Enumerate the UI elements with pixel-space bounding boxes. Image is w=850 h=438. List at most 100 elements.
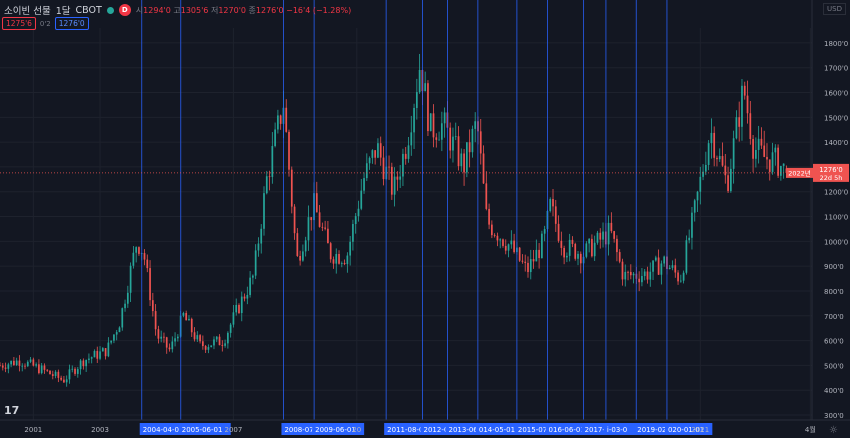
candle-body bbox=[185, 313, 188, 321]
interval-label[interactable]: 1달 bbox=[56, 3, 71, 17]
candle-body bbox=[318, 212, 321, 227]
candle-body bbox=[413, 107, 415, 133]
candle-body bbox=[232, 312, 235, 325]
candle-body bbox=[418, 69, 421, 93]
candle-body bbox=[215, 336, 218, 340]
candle-body bbox=[288, 131, 290, 170]
candle-body bbox=[90, 357, 93, 359]
candle-body bbox=[660, 263, 663, 275]
buy-button[interactable]: 1276'0 bbox=[54, 17, 89, 30]
candle-body bbox=[718, 156, 721, 160]
candle-body bbox=[438, 139, 440, 141]
candle-body bbox=[377, 143, 379, 158]
high-value: 1305'6 bbox=[180, 5, 209, 15]
candle-body bbox=[463, 153, 465, 173]
candle-body bbox=[532, 259, 535, 262]
vertical-markers: 2004-04-012005-06-01 2008-07-02009-06-01 2… bbox=[139, 0, 713, 435]
event-marker-label: 2009-06-01 bbox=[315, 426, 356, 434]
candle-body bbox=[26, 361, 29, 367]
price-axis[interactable]: 1800'01700'01600'01500'01400'01300'01200… bbox=[811, 0, 850, 438]
legend-header: 소이빈 선물 1달 CBOT D 시1294'0 고1305'6 저1270'0… bbox=[4, 3, 351, 17]
candle-body bbox=[471, 128, 474, 153]
candle-body bbox=[566, 255, 568, 258]
candle-body bbox=[15, 360, 18, 366]
candle-body bbox=[485, 183, 488, 209]
candle-body bbox=[696, 191, 699, 201]
candle-body bbox=[151, 300, 154, 312]
candle-body bbox=[165, 337, 168, 348]
candle-body bbox=[71, 368, 74, 370]
candle-body bbox=[343, 263, 346, 265]
candle-body bbox=[99, 351, 101, 359]
candle-body bbox=[588, 238, 590, 244]
delayed-badge[interactable]: D bbox=[118, 4, 131, 16]
candle-body bbox=[452, 136, 454, 151]
candle-body bbox=[354, 216, 357, 225]
candle-body bbox=[457, 136, 460, 167]
candle-body bbox=[760, 138, 763, 146]
candle-body bbox=[702, 171, 704, 177]
candle-body bbox=[352, 224, 354, 242]
candle-body bbox=[126, 292, 129, 304]
candle-body bbox=[240, 296, 243, 314]
market-open-dot-icon bbox=[106, 6, 114, 14]
price-chart[interactable]: 2004-04-012005-06-01 2008-07-02009-06-01 2… bbox=[0, 0, 850, 438]
candle-body bbox=[627, 271, 629, 273]
candle-body bbox=[327, 228, 329, 244]
candle-body bbox=[121, 308, 124, 328]
candle-body bbox=[521, 260, 524, 262]
candle-body bbox=[18, 360, 21, 366]
low-value: 1270'0 bbox=[218, 5, 246, 15]
symbol-name[interactable]: 소이빈 선물 bbox=[4, 3, 51, 17]
candle-body bbox=[682, 272, 685, 281]
candle-body bbox=[554, 206, 557, 224]
candle-body bbox=[688, 237, 691, 241]
candle-body bbox=[707, 143, 710, 165]
y-tick-label: 1200'0 bbox=[824, 189, 848, 197]
candle-body bbox=[504, 245, 507, 251]
currency-selector[interactable]: USD bbox=[823, 3, 846, 15]
candle-body bbox=[293, 206, 296, 234]
candle-body bbox=[171, 341, 174, 350]
candle-body bbox=[218, 336, 221, 346]
spread-value: 0'2 bbox=[39, 19, 51, 28]
candle-body bbox=[249, 277, 251, 295]
y-tick-label: 1700'0 bbox=[824, 65, 848, 73]
candle-body bbox=[157, 329, 160, 339]
candle-body bbox=[638, 278, 641, 283]
candle-body bbox=[40, 365, 43, 374]
candle-body bbox=[746, 95, 749, 114]
candle-body bbox=[104, 348, 107, 357]
candle-body bbox=[63, 379, 65, 383]
candle-body bbox=[699, 176, 702, 192]
candle-body bbox=[79, 360, 82, 370]
candle-body bbox=[302, 251, 304, 261]
candle-body bbox=[299, 255, 301, 261]
candle-body bbox=[310, 217, 313, 221]
candle-body bbox=[277, 115, 279, 130]
candle-body bbox=[290, 169, 293, 207]
candle-body bbox=[396, 176, 399, 180]
candle-body bbox=[268, 176, 271, 178]
candle-body bbox=[602, 231, 604, 240]
candle-body bbox=[435, 137, 438, 140]
candle-body bbox=[210, 345, 213, 348]
candle-body bbox=[713, 132, 716, 158]
event-marker-label: 014-05-01 bbox=[479, 426, 515, 434]
sell-button[interactable]: 1275'6 bbox=[2, 17, 36, 30]
change-value: −16'4 (−1.28%) bbox=[286, 5, 352, 15]
tradingview-logo-icon[interactable]: 17 bbox=[4, 404, 19, 417]
candle-body bbox=[388, 166, 390, 168]
gear-icon[interactable]: ☼ bbox=[829, 425, 838, 436]
candle-body bbox=[749, 113, 752, 139]
candle-body bbox=[668, 267, 671, 269]
close-value: 1276'0 bbox=[255, 5, 284, 15]
candle-body bbox=[596, 232, 599, 243]
candle-body bbox=[113, 334, 115, 341]
candle-body bbox=[135, 247, 138, 253]
candle-body bbox=[101, 348, 104, 352]
candle-body bbox=[468, 142, 471, 153]
candle-body bbox=[599, 232, 602, 240]
candle-body bbox=[246, 294, 249, 299]
y-tick-label: 300'0 bbox=[824, 412, 844, 420]
